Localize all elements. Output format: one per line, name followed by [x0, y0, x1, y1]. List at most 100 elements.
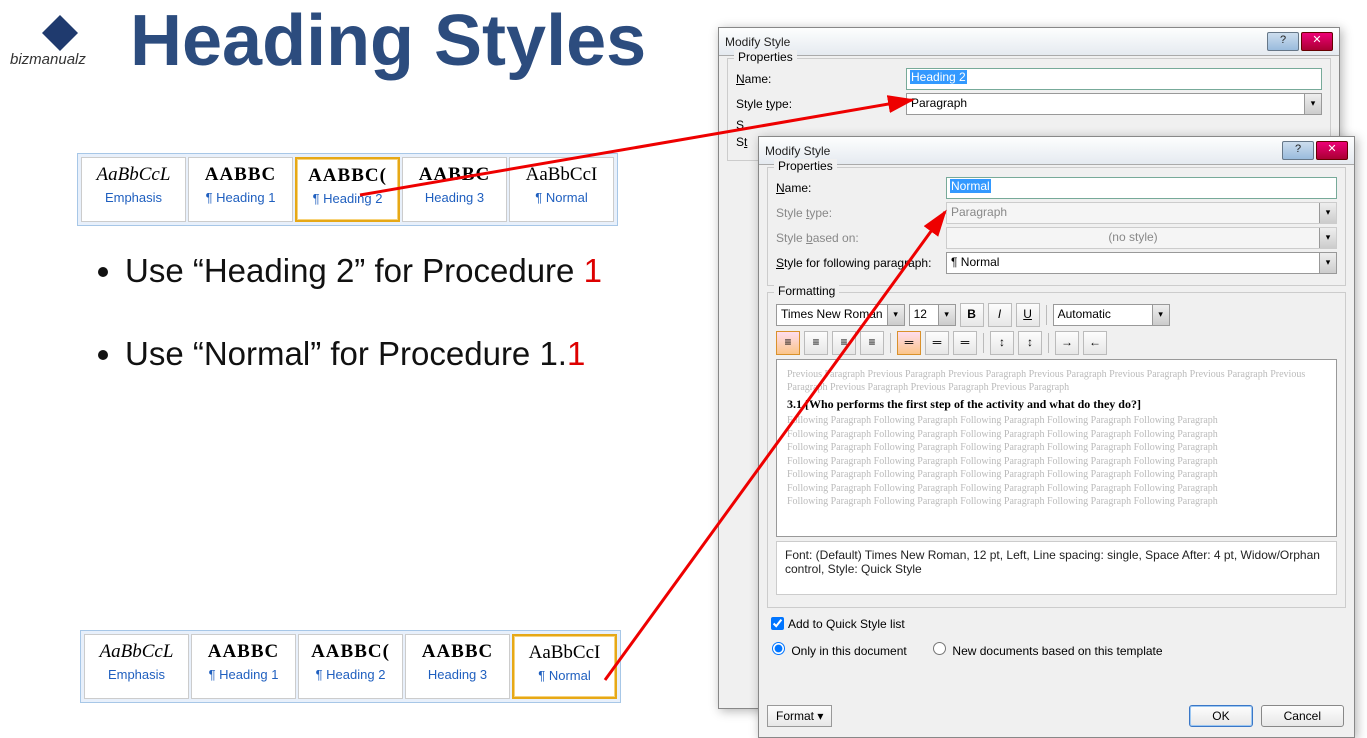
font-toolbar: Times New Roman▾ 12▾ B I U Automatic▾ [776, 303, 1337, 327]
separator [1048, 333, 1049, 353]
logo: bizmanualz [10, 15, 110, 68]
underline-button[interactable]: U [1016, 303, 1040, 327]
style-label: ¶ Heading 2 [297, 191, 398, 206]
format-button[interactable]: Format ▾ [767, 705, 832, 727]
space-before-inc-button[interactable]: ↕ [990, 331, 1014, 355]
align-justify-button[interactable]: ≡ [860, 331, 884, 355]
add-quick-style-check[interactable]: Add to Quick Style list [767, 614, 1346, 633]
style-heading1[interactable]: AABBC ¶ Heading 1 [191, 634, 296, 699]
dropdown-icon[interactable]: ▾ [1152, 305, 1169, 325]
logo-icon [42, 15, 78, 51]
style-based-select: (no style) ▾ [946, 227, 1337, 249]
style-sample: AABBC [406, 641, 509, 663]
style-type-select[interactable]: Paragraph ▾ [906, 93, 1322, 115]
style-label: Heading 3 [406, 667, 509, 682]
radio[interactable] [772, 642, 785, 655]
style-sample: AaBbCcL [82, 164, 185, 186]
align-left-button[interactable]: ≡ [776, 331, 800, 355]
dropdown-icon[interactable]: ▾ [1304, 94, 1321, 114]
preview-following: Following Paragraph Following Paragraph … [787, 469, 1326, 482]
style-label: ¶ Normal [514, 668, 615, 683]
style-gallery-bottom: AaBbCcL Emphasis AABBC ¶ Heading 1 AABBC… [80, 630, 621, 703]
space-before-dec-button[interactable]: ↕ [1018, 331, 1042, 355]
style-label: ¶ Normal [510, 190, 613, 205]
preview-sample: 3.1 [Who performs the first step of the … [787, 397, 1326, 412]
style-following-select[interactable]: ¶ Normal ▾ [946, 252, 1337, 274]
modify-style-dialog-front: Modify Style ? ✕ Properties Name: Normal… [758, 136, 1355, 738]
style-normal[interactable]: AaBbCcI ¶ Normal [509, 157, 614, 222]
properties-group: Properties Name: Normal Style type: Para… [767, 167, 1346, 286]
style-sample: AABBC [192, 641, 295, 663]
button-bar: Format ▾ OK Cancel [767, 705, 1344, 727]
preview-following: Following Paragraph Following Paragraph … [787, 442, 1326, 455]
checkbox[interactable] [771, 617, 784, 630]
bullet-red: 1 [567, 335, 585, 372]
cancel-button[interactable]: Cancel [1261, 705, 1344, 727]
bullet-text: Use “Heading 2” for Procedure [125, 252, 584, 289]
style-sample: AABBC( [299, 641, 402, 663]
italic-button[interactable]: I [988, 303, 1012, 327]
style-label: Heading 3 [403, 190, 506, 205]
bold-button[interactable]: B [960, 303, 984, 327]
color-select[interactable]: Automatic▾ [1053, 304, 1170, 326]
close-button[interactable]: ✕ [1316, 141, 1348, 160]
spacing-15-button[interactable]: ═ [925, 331, 949, 355]
preview-previous: Previous Paragraph Previous Paragraph Pr… [787, 369, 1326, 394]
style-type-label: Style type: [736, 97, 906, 111]
help-button[interactable]: ? [1267, 32, 1299, 51]
help-button[interactable]: ? [1282, 141, 1314, 160]
style-emphasis[interactable]: AaBbCcL Emphasis [81, 157, 186, 222]
size-select[interactable]: 12▾ [909, 304, 956, 326]
style-heading3[interactable]: AABBC Heading 3 [402, 157, 507, 222]
style-sample: AABBC( [297, 165, 398, 187]
group-legend: Properties [734, 50, 797, 64]
partial-label: S [736, 118, 906, 132]
radio[interactable] [933, 642, 946, 655]
style-heading2[interactable]: AABBC( ¶ Heading 2 [295, 157, 400, 222]
group-legend: Properties [774, 159, 837, 173]
separator [1046, 305, 1047, 325]
preview-following: Following Paragraph Following Paragraph … [787, 415, 1326, 428]
formatting-group: Formatting Times New Roman▾ 12▾ B I U Au… [767, 292, 1346, 608]
style-sample: AaBbCcL [85, 641, 188, 663]
name-label: Name: [776, 181, 946, 195]
align-right-button[interactable]: ≡ [832, 331, 856, 355]
style-sample: AABBC [403, 164, 506, 186]
close-button[interactable]: ✕ [1301, 32, 1333, 51]
style-heading2[interactable]: AABBC( ¶ Heading 2 [298, 634, 403, 699]
new-docs-radio[interactable]: New documents based on this template [928, 644, 1162, 658]
dropdown-icon: ▾ [1319, 228, 1336, 248]
style-normal[interactable]: AaBbCcI ¶ Normal [512, 634, 617, 699]
separator [983, 333, 984, 353]
align-center-button[interactable]: ≡ [804, 331, 828, 355]
style-label: ¶ Heading 1 [192, 667, 295, 682]
name-input[interactable]: Normal [946, 177, 1337, 199]
ok-button[interactable]: OK [1189, 705, 1252, 727]
name-input[interactable]: Heading 2 [906, 68, 1322, 90]
dropdown-icon[interactable]: ▾ [1319, 253, 1336, 273]
style-heading3[interactable]: AABBC Heading 3 [405, 634, 510, 699]
indent-dec-button[interactable]: ← [1083, 331, 1107, 355]
group-legend: Formatting [774, 284, 839, 298]
indent-inc-button[interactable]: → [1055, 331, 1079, 355]
preview-following: Following Paragraph Following Paragraph … [787, 429, 1326, 442]
style-preview: Previous Paragraph Previous Paragraph Pr… [776, 359, 1337, 537]
style-gallery-top: AaBbCcL Emphasis AABBC ¶ Heading 1 AABBC… [77, 153, 618, 226]
spacing-2-button[interactable]: ═ [953, 331, 977, 355]
spacing-1-button[interactable]: ═ [897, 331, 921, 355]
style-heading1[interactable]: AABBC ¶ Heading 1 [188, 157, 293, 222]
dropdown-icon[interactable]: ▾ [887, 305, 904, 325]
font-select[interactable]: Times New Roman▾ [776, 304, 905, 326]
separator [890, 333, 891, 353]
style-type-select: Paragraph ▾ [946, 202, 1337, 224]
bullet-text: Use “Normal” for Procedure 1. [125, 335, 567, 372]
style-label: Emphasis [85, 667, 188, 682]
style-label: Emphasis [82, 190, 185, 205]
dropdown-icon[interactable]: ▾ [938, 305, 955, 325]
titlebar[interactable]: Modify Style ? ✕ [759, 137, 1354, 165]
style-sample: AaBbCcI [510, 164, 613, 186]
style-emphasis[interactable]: AaBbCcL Emphasis [84, 634, 189, 699]
only-doc-radio[interactable]: Only in this document [767, 644, 907, 658]
titlebar[interactable]: Modify Style ? ✕ [719, 28, 1339, 56]
check-label: Add to Quick Style list [788, 617, 905, 631]
